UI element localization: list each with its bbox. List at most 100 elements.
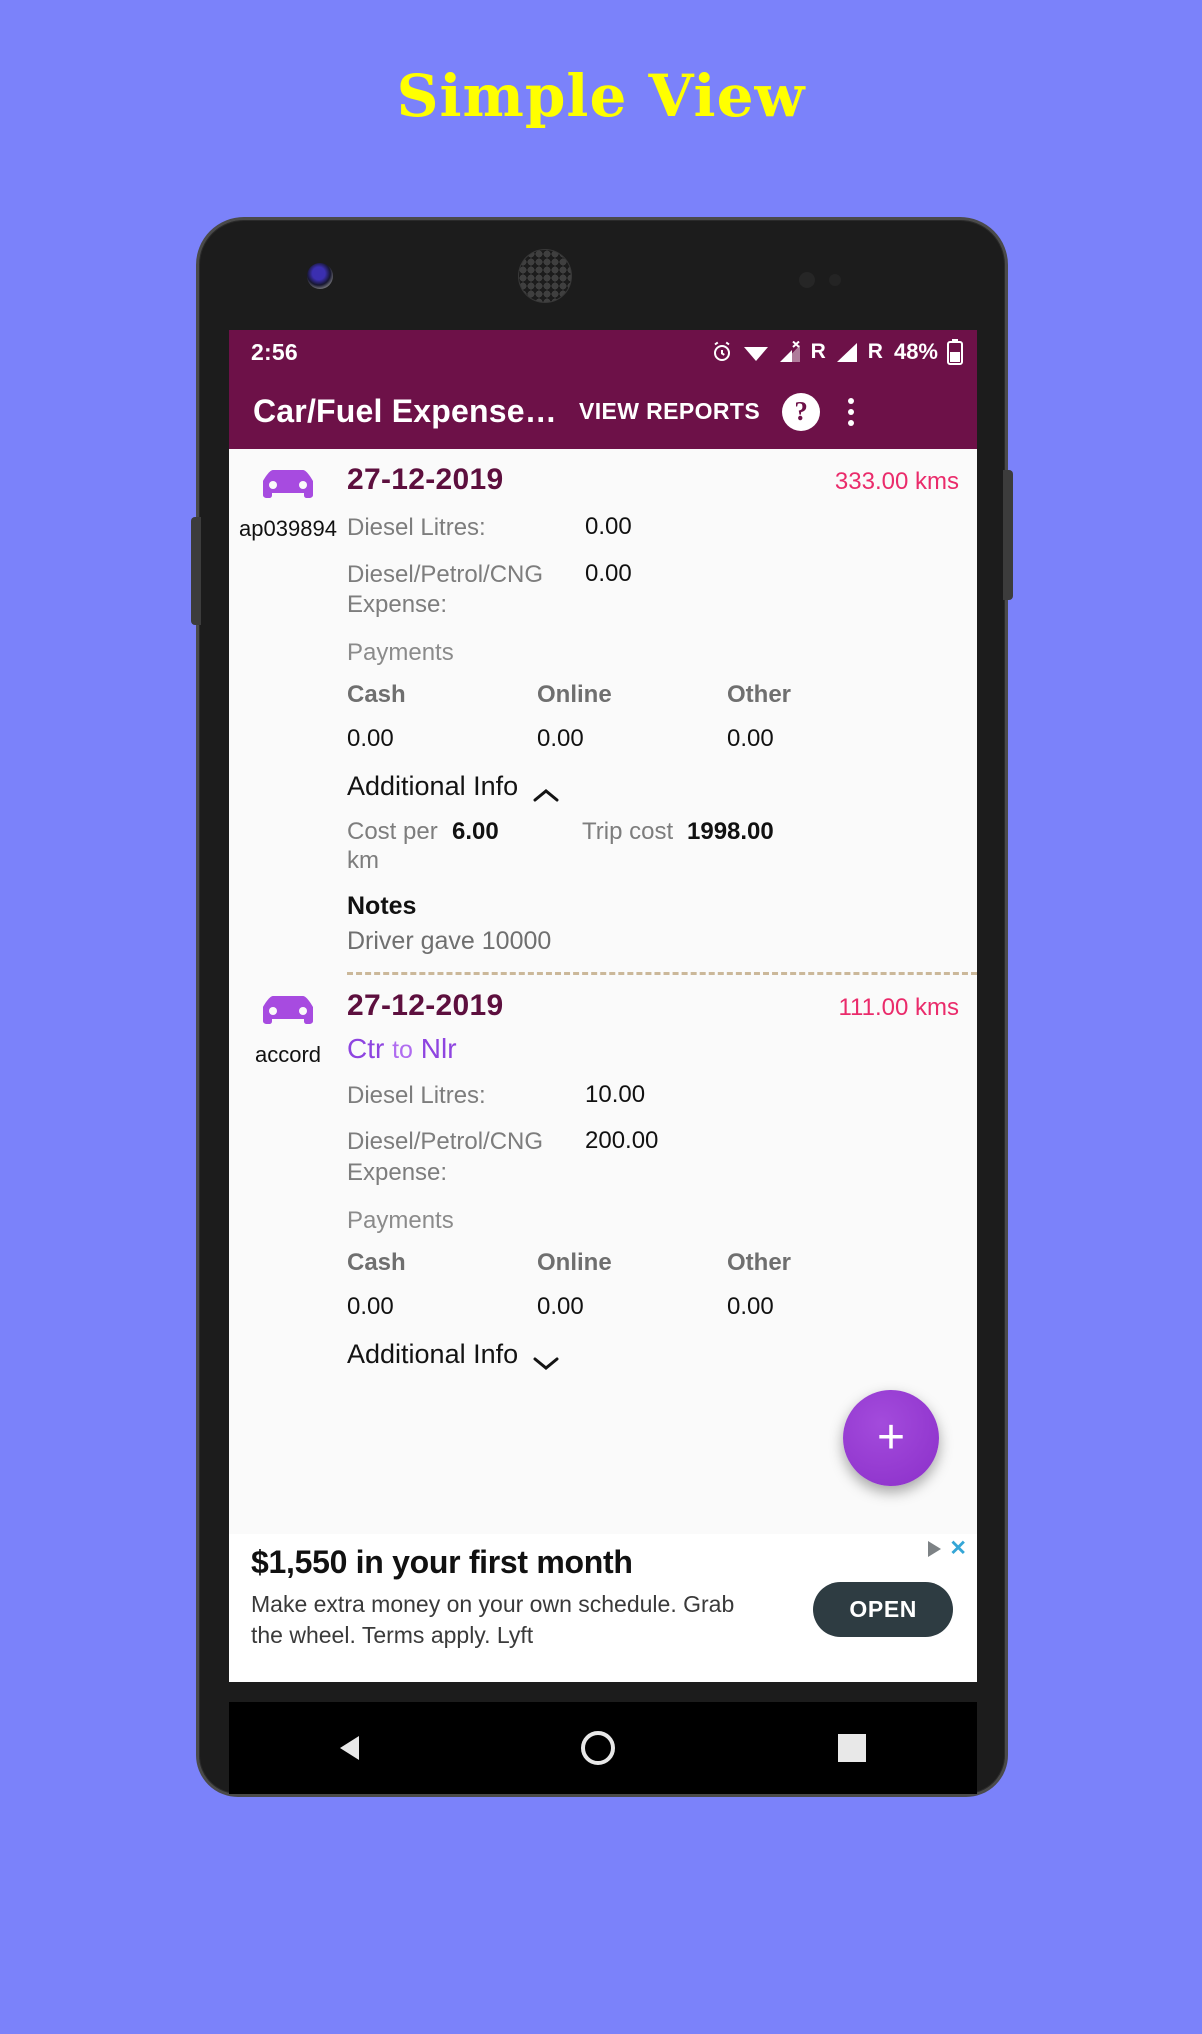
payment-online-value: 0.00 (537, 725, 584, 753)
entry-row[interactable]: accord 27-12-2019 111.00 kms Ctr to Nlr (229, 975, 977, 1374)
entry-header: 27-12-2019 111.00 kms (347, 989, 959, 1023)
route-separator: to (392, 1035, 413, 1064)
payment-online-label: Online (537, 681, 612, 709)
light-sensor-icon (829, 274, 841, 286)
proximity-sensor-icon (799, 272, 815, 288)
power-button[interactable] (191, 517, 201, 625)
battery-icon (947, 339, 963, 365)
payment-cash-value: 0.00 (347, 725, 394, 753)
close-icon[interactable]: ✕ (949, 1538, 967, 1559)
status-time: 2:56 (251, 338, 298, 365)
expense-label: Diesel/Petrol/CNG Expense: (347, 1128, 544, 1187)
entry-distance: 333.00 kms (834, 468, 959, 495)
payments-grid: Cash 0.00 Online 0.00 Other 0.00 (347, 681, 959, 753)
overflow-menu-icon[interactable] (840, 394, 862, 430)
entry-row[interactable]: ap039894 27-12-2019 333.00 kms Diesel Li… (229, 449, 977, 960)
add-entry-fab[interactable]: + (843, 1390, 939, 1486)
roaming-indicator-1: R (810, 340, 826, 363)
additional-info-label: Additional Info (347, 1338, 519, 1369)
payment-other-label: Other (727, 681, 792, 709)
vehicle-name: ap039894 (239, 516, 337, 541)
entry-details: 27-12-2019 333.00 kms Diesel Litres: 0.0… (347, 463, 977, 956)
payments-label: Payments (347, 1206, 454, 1234)
help-icon[interactable]: ? (782, 392, 821, 431)
payment-other: Other 0.00 (727, 681, 917, 753)
notes-value: Driver gave 10000 (347, 926, 552, 955)
litres-value: 0.00 (585, 513, 632, 540)
payment-online: Online 0.00 (537, 1249, 727, 1321)
entry-route: Ctr to Nlr (347, 1033, 959, 1065)
ad-body: Make extra money on your own schedule. G… (251, 1591, 735, 1649)
roaming-indicator-2: R (867, 340, 883, 363)
status-icons: R R 48% (710, 339, 963, 365)
route-to: Nlr (420, 1032, 457, 1064)
signal-icon (835, 341, 859, 363)
entry-vehicle: ap039894 (229, 463, 347, 956)
payments-label: Payments (347, 639, 454, 667)
additional-info-toggle[interactable]: Additional Info (347, 771, 959, 802)
alarm-icon (710, 340, 734, 364)
earpiece-speaker-icon (519, 250, 571, 302)
battery-percent: 48% (893, 339, 938, 364)
payment-cash-label: Cash (347, 1248, 406, 1276)
page-title: Simple View (396, 62, 806, 130)
app-bar: Car/Fuel Expense… VIEW REPORTS ? (229, 374, 977, 449)
front-camera-icon (307, 263, 333, 289)
expense-row: Diesel/Petrol/CNG Expense: 200.00 (347, 1127, 959, 1188)
ad-open-button[interactable]: OPEN (813, 1582, 953, 1637)
expense-label: Diesel/Petrol/CNG Expense: (347, 560, 544, 619)
ad-banner[interactable]: ✕ $1,550 in your first month Make extra … (229, 1534, 977, 1682)
ad-controls[interactable]: ✕ (928, 1538, 967, 1559)
volume-button[interactable] (1003, 470, 1013, 600)
payment-other-value: 0.00 (727, 1292, 774, 1320)
additional-info-label: Additional Info (347, 771, 519, 802)
vehicle-name: accord (254, 1041, 322, 1067)
entry-date: 27-12-2019 (347, 463, 504, 496)
entry-details: 27-12-2019 111.00 kms Ctr to Nlr Diesel … (347, 989, 977, 1371)
app-title: Car/Fuel Expense… (253, 393, 557, 429)
notes-label: Notes (347, 891, 417, 920)
back-icon[interactable] (340, 1736, 360, 1760)
payment-other-label: Other (727, 1248, 792, 1276)
trip-cost-label: Trip cost (582, 818, 674, 846)
additional-info-values: Cost per km 6.00 Trip cost 1998.00 (347, 818, 959, 876)
screenshot-root: Simple View 2:56 R R 48% Car/Fuel Expens… (0, 0, 1202, 2034)
litres-row: Diesel Litres: 10.00 (347, 1081, 959, 1112)
trip-cost-value: 1998.00 (687, 818, 774, 846)
expense-row: Diesel/Petrol/CNG Expense: 0.00 (347, 560, 959, 621)
signal-no-service-icon (778, 341, 802, 363)
wifi-icon (743, 342, 769, 362)
expense-value: 200.00 (585, 1127, 659, 1155)
payment-cash: Cash 0.00 (347, 681, 537, 753)
payment-cash-label: Cash (347, 681, 406, 709)
phone-device-frame: 2:56 R R 48% Car/Fuel Expense… VIEW REPO… (191, 217, 1013, 1797)
entry-distance: 111.00 kms (838, 993, 959, 1021)
payment-online-value: 0.00 (537, 1292, 584, 1320)
litres-value: 10.00 (585, 1080, 646, 1108)
litres-label: Diesel Litres: (347, 1081, 486, 1109)
ad-headline: $1,550 in your first month (251, 1544, 633, 1580)
car-icon (257, 470, 319, 509)
entry-list: ap039894 27-12-2019 333.00 kms Diesel Li… (229, 449, 977, 1374)
payments-grid: Cash 0.00 Online 0.00 Other 0.00 (347, 1249, 959, 1321)
additional-info-toggle[interactable]: Additional Info (347, 1338, 959, 1371)
entry-date: 27-12-2019 (347, 988, 504, 1022)
litres-label: Diesel Litres: (347, 514, 486, 541)
android-nav-bar (229, 1702, 977, 1794)
phone-top-bezel (199, 220, 1005, 330)
status-bar: 2:56 R R 48% (229, 330, 977, 374)
phone-screen: 2:56 R R 48% Car/Fuel Expense… VIEW REPO… (229, 330, 977, 1682)
ad-choices-icon[interactable] (928, 1540, 942, 1557)
expense-value: 0.00 (585, 559, 632, 587)
recents-icon[interactable] (837, 1734, 866, 1762)
payment-online-label: Online (537, 1248, 612, 1276)
home-icon[interactable] (581, 1731, 616, 1765)
route-from: Ctr (347, 1032, 385, 1064)
payment-online: Online 0.00 (537, 681, 727, 753)
cost-per-km-label: Cost per km (347, 818, 438, 874)
view-reports-button[interactable]: VIEW REPORTS (579, 398, 760, 425)
entry-header: 27-12-2019 333.00 kms (347, 463, 959, 497)
payment-other: Other 0.00 (727, 1249, 917, 1321)
payment-cash-value: 0.00 (347, 1292, 394, 1320)
car-icon (257, 995, 319, 1035)
